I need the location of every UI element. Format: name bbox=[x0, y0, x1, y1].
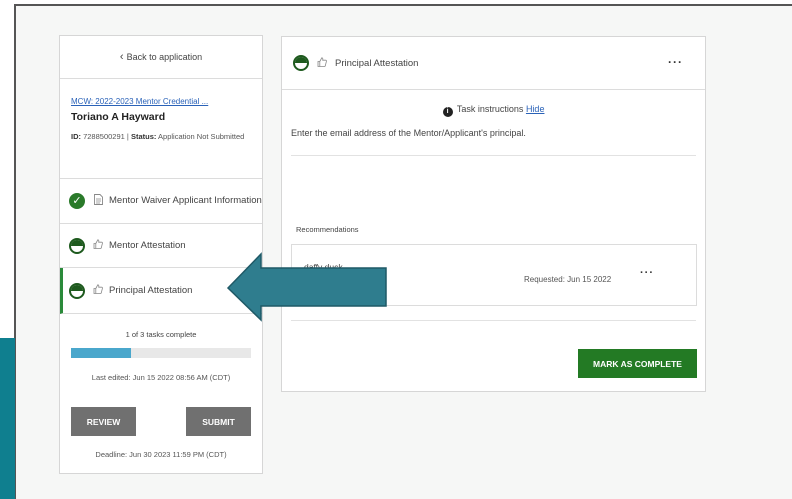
review-button[interactable]: REVIEW bbox=[71, 407, 136, 436]
task-header: Principal Attestation ··· bbox=[282, 37, 705, 90]
info-icon: i bbox=[442, 107, 453, 117]
id-label: ID: bbox=[71, 132, 81, 141]
half-circle-status-icon bbox=[293, 55, 309, 71]
requested-date: Requested: Jun 15 2022 bbox=[524, 275, 612, 284]
check-circle-icon: ✓ bbox=[69, 193, 85, 209]
progress-bar bbox=[71, 348, 251, 358]
progress-section: 1 of 3 tasks complete Last edited: Jun 1… bbox=[60, 314, 262, 459]
deadline: Deadline: Jun 30 2023 11:59 PM (CDT) bbox=[95, 450, 227, 459]
task-title: Principal Attestation bbox=[335, 57, 419, 69]
divider bbox=[291, 155, 696, 156]
recommender-email: la.gov bbox=[304, 279, 329, 289]
recommendation-card: daffy duck la.gov Requested: Jun 15 2022… bbox=[291, 244, 697, 306]
application-sidebar: ‹ Back to application MCW: 2022-2023 Men… bbox=[59, 35, 263, 474]
recommendation-more-icon[interactable]: ··· bbox=[640, 267, 654, 279]
action-buttons: REVIEW SUBMIT bbox=[60, 407, 262, 436]
application-info: MCW: 2022-2023 Mentor Credential ... Tor… bbox=[60, 79, 262, 179]
back-to-application-link[interactable]: ‹ Back to application bbox=[60, 36, 262, 79]
divider bbox=[291, 320, 696, 321]
thumbs-up-icon bbox=[93, 284, 103, 297]
last-edited: Last edited: Jun 15 2022 08:56 AM (CDT) bbox=[91, 373, 231, 382]
application-meta: ID: 7288500291 | Status: Application Not… bbox=[71, 132, 245, 141]
decorative-teal-band bbox=[0, 338, 15, 499]
progress-bar-fill bbox=[71, 348, 131, 358]
sidebar-task-mentor-attestation[interactable]: Mentor Attestation bbox=[60, 224, 262, 268]
submit-button[interactable]: SUBMIT bbox=[186, 407, 251, 436]
half-circle-status-icon bbox=[69, 237, 85, 254]
application-link[interactable]: MCW: 2022-2023 Mentor Credential ... bbox=[71, 97, 251, 106]
recommendations-label: Recommendations bbox=[296, 225, 359, 234]
status-label: Status: bbox=[130, 132, 157, 141]
back-link-label: Back to application bbox=[126, 52, 203, 62]
task-label: Mentor Attestation bbox=[109, 239, 186, 251]
id-value: 7288500291 bbox=[83, 132, 125, 141]
sidebar-task-mentor-waiver[interactable]: ✓ Mentor Waiver Applicant Information bbox=[60, 179, 262, 224]
applicant-name: Toriano A Hayward bbox=[71, 111, 166, 123]
document-icon bbox=[93, 194, 103, 208]
more-options-icon[interactable]: ··· bbox=[668, 55, 683, 69]
hide-instructions-link[interactable]: Hide bbox=[526, 104, 545, 114]
sidebar-task-principal-attestation[interactable]: Principal Attestation bbox=[60, 268, 262, 314]
mark-as-complete-button[interactable]: MARK AS COMPLETE bbox=[578, 349, 697, 378]
thumbs-up-icon bbox=[317, 56, 327, 70]
half-circle-status-icon bbox=[69, 282, 85, 299]
task-label: Principal Attestation bbox=[109, 284, 193, 296]
thumbs-up-icon bbox=[93, 239, 103, 252]
status-value: Application Not Submitted bbox=[158, 132, 245, 141]
task-instructions-label: Task instructions bbox=[456, 104, 524, 114]
chevron-left-icon: ‹ bbox=[119, 51, 124, 63]
task-detail-panel: Principal Attestation ··· i Task instruc… bbox=[281, 36, 706, 392]
recommender-name: daffy duck bbox=[304, 262, 343, 272]
task-instructions-text: Enter the email address of the Mentor/Ap… bbox=[291, 128, 526, 138]
task-instructions-toggle: i Task instructions Hide bbox=[282, 104, 705, 117]
progress-text: 1 of 3 tasks complete bbox=[125, 330, 197, 339]
task-label: Mentor Waiver Applicant Information bbox=[109, 195, 262, 206]
